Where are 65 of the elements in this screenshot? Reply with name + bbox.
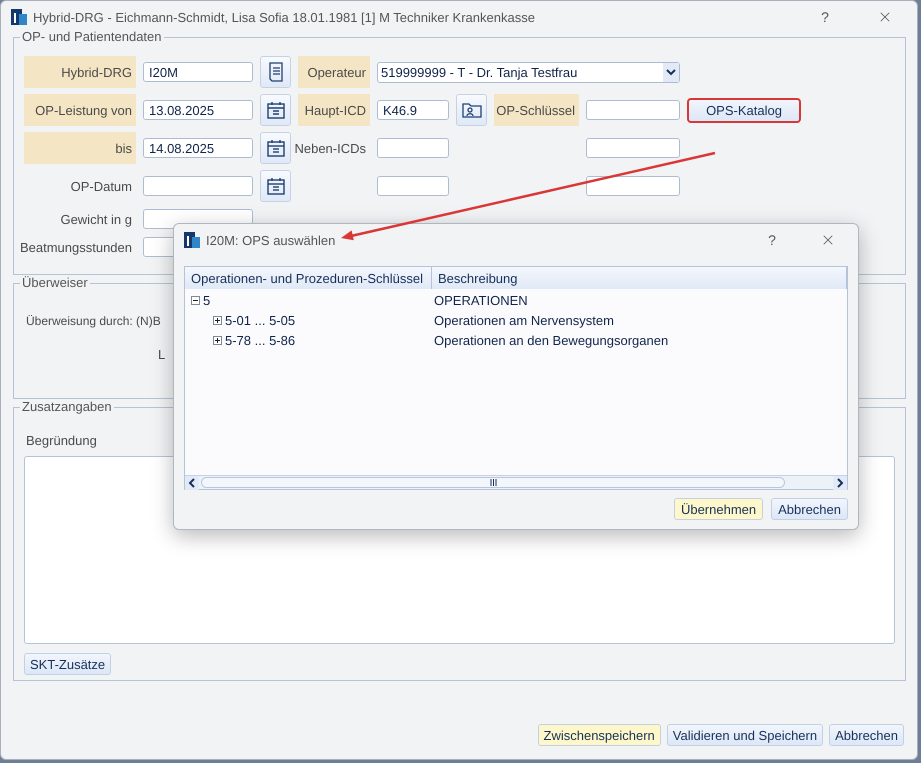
dialog-button[interactable]: Übernehmen [674, 498, 764, 520]
skt-button[interactable]: SKT-Zusätze [24, 653, 112, 675]
tree-item[interactable]: 5-01 ... 5-05 [225, 312, 296, 328]
referrer-text: L [158, 347, 166, 362]
field-label: Haupt-ICD [298, 94, 370, 126]
reason-label: Begründung [26, 433, 97, 448]
scroll-left-icon[interactable] [188, 478, 196, 488]
description-text: OPERATIONEN [434, 292, 528, 308]
tree-item[interactable]: 5 [203, 292, 210, 308]
app-logo-icon [11, 9, 27, 25]
dialog-title: I20M: OPS auswählen [206, 232, 336, 248]
help-button[interactable]: ? [762, 232, 782, 248]
section-legend: OP- und Patientendaten [20, 29, 164, 44]
calendar-button[interactable] [260, 170, 291, 202]
footer-button[interactable]: Validieren und Speichern [666, 724, 824, 746]
text-field[interactable] [143, 176, 253, 196]
calendar-icon [266, 100, 286, 120]
calendar-icon [266, 176, 286, 196]
patient-folder-button[interactable] [456, 94, 487, 126]
text-field[interactable] [377, 176, 449, 196]
field-label: OP-Leistung von [24, 94, 136, 126]
tree-item[interactable]: 5-78 ... 5-86 [225, 332, 296, 348]
operateur-dropdown[interactable]: 519999999 - T - Dr. Tanja Testfrau [377, 62, 680, 82]
footer-button[interactable]: Abbrechen [829, 724, 904, 746]
referral-text: Überweisung durch: (N)B [26, 314, 161, 328]
field-label: OP-Schlüssel [494, 94, 579, 126]
text-field[interactable] [586, 138, 680, 158]
person-folder-icon [462, 102, 482, 118]
text-field[interactable] [586, 176, 680, 196]
scroll-right-icon[interactable] [836, 478, 844, 488]
chevron-down-icon [663, 62, 679, 82]
description-text: Operationen an den Bewegungsorganen [434, 332, 668, 348]
calendar-button[interactable] [260, 94, 291, 126]
text-field[interactable]: K46.9 [377, 100, 449, 120]
collapse-icon[interactable] [191, 296, 200, 304]
field-label: Gewicht in g [59, 212, 133, 226]
footer-button[interactable]: Zwischenspeichern [538, 724, 661, 746]
document-list-icon [268, 62, 284, 82]
section-legend: Überweiser [20, 275, 90, 290]
calendar-icon [266, 138, 286, 158]
field-label: Hybrid-DRG [24, 56, 136, 88]
ops-catalog-button[interactable]: OPS-Katalog [687, 98, 801, 122]
grip-icon [490, 479, 496, 486]
field-label: OP-Datum [70, 178, 133, 194]
expand-icon[interactable] [213, 336, 222, 344]
window-title: Hybrid-DRG - Eichmann-Schmidt, Lisa Sofia 18.01.1981 [1] M Techniker Krankenkasse [33, 10, 536, 24]
help-button[interactable]: ? [815, 9, 835, 25]
field-label: bis [24, 132, 136, 164]
text-field[interactable] [377, 138, 449, 158]
text-field[interactable]: 14.08.2025 [143, 138, 253, 158]
field-label: Neben-ICDs [298, 140, 367, 156]
section-legend: Zusatzangaben [20, 399, 114, 414]
horizontal-scrollbar[interactable] [185, 475, 847, 489]
text-field[interactable]: I20M [143, 62, 253, 82]
catalog-button[interactable] [260, 56, 291, 88]
calendar-button[interactable] [260, 132, 291, 164]
dialog-button[interactable]: Abbrechen [771, 498, 848, 520]
text-field[interactable] [586, 100, 680, 120]
expand-icon[interactable] [213, 316, 222, 324]
description-text: Operationen am Nervensystem [434, 312, 614, 328]
text-field[interactable]: 13.08.2025 [143, 100, 253, 120]
column-header[interactable]: Beschreibung [432, 267, 847, 289]
app-logo-icon [184, 232, 200, 248]
column-header[interactable]: Operationen- und Prozeduren-Schlüssel [185, 267, 432, 289]
field-label: Operateur [298, 56, 370, 88]
